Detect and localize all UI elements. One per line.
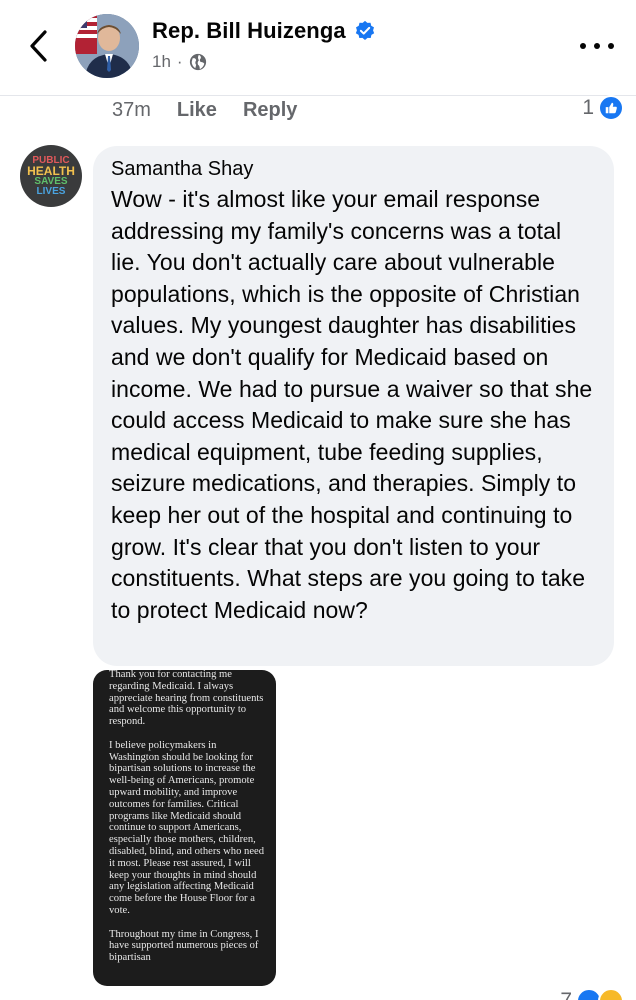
like-button[interactable]: Like (177, 99, 217, 122)
reaction-count: 1 (582, 96, 594, 119)
more-horizontal-icon (580, 43, 586, 49)
letter-paragraph: Throughout my time in Congress, I have s… (109, 928, 259, 964)
author-name[interactable]: Rep. Bill Huizenga (152, 18, 346, 44)
verified-badge-icon (355, 20, 374, 40)
globe-icon (189, 53, 206, 71)
letter-paragraph: Thank you for contacting me regarding Me… (109, 670, 264, 728)
comment-attachment-image[interactable]: Thank you for contacting me regarding Me… (93, 670, 276, 986)
commenter-name[interactable]: Samantha Shay (111, 158, 596, 181)
reply-button[interactable]: Reply (243, 99, 297, 122)
previous-comment-reactions[interactable]: 1 (582, 95, 624, 121)
previous-comment-time: 37m (112, 98, 151, 121)
commenter-avatar[interactable]: PUBLIC HEALTH SAVES LIVES (20, 145, 82, 207)
more-options-button[interactable] (580, 36, 614, 56)
meta-separator: · (176, 52, 183, 71)
chevron-left-icon (30, 30, 47, 62)
comment-bubble[interactable]: Samantha Shay Wow - it's almost like you… (93, 146, 614, 666)
back-button[interactable] (22, 26, 54, 66)
previous-comment-actions: 37m Like Reply (112, 96, 297, 124)
avatar-line-health: HEALTH (27, 163, 75, 178)
reaction-count: 7 (560, 989, 572, 1000)
avatar-line-saves: SAVES (34, 175, 68, 187)
care-reaction-icon (598, 988, 624, 1000)
avatar-line-lives: LIVES (36, 185, 66, 197)
like-reaction-icon (598, 95, 624, 121)
more-dot (594, 43, 600, 49)
author-avatar[interactable] (75, 14, 139, 78)
post-timestamp[interactable]: 1h (152, 52, 171, 72)
comment-reactions[interactable]: 7 (560, 988, 624, 1000)
comment-text: Wow - it's almost like your email respon… (111, 186, 593, 623)
letter-paragraph: I believe policymakers in Washington sho… (109, 739, 265, 916)
email-response-text: Thank you for contacting me regarding Me… (109, 670, 268, 964)
post-header: Rep. Bill Huizenga 1h · (0, 0, 636, 96)
more-dot (608, 43, 614, 49)
